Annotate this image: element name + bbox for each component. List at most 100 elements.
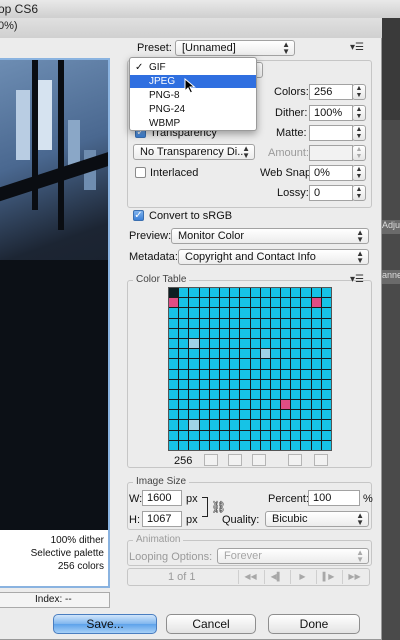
link-proportions-icon[interactable]: ⛓ [211, 500, 226, 514]
color-swatch[interactable] [179, 400, 189, 410]
color-swatch[interactable] [291, 349, 301, 359]
color-swatch[interactable] [260, 328, 270, 338]
color-swatch[interactable] [240, 308, 250, 318]
color-swatch[interactable] [209, 430, 219, 440]
color-swatch[interactable] [199, 440, 209, 450]
color-swatch[interactable] [301, 349, 311, 359]
color-swatch[interactable] [311, 328, 321, 338]
color-swatch[interactable] [219, 298, 230, 308]
color-swatch[interactable] [199, 430, 209, 440]
convert-srgb-checkbox[interactable]: ✓ [133, 210, 144, 221]
color-swatch[interactable] [199, 389, 209, 400]
color-swatch[interactable] [169, 389, 179, 400]
color-swatch[interactable] [281, 379, 291, 389]
color-swatch[interactable] [189, 440, 199, 450]
color-swatch[interactable] [270, 359, 281, 369]
color-swatch[interactable] [301, 369, 311, 379]
color-swatch[interactable] [169, 379, 179, 389]
color-swatch[interactable] [230, 328, 240, 338]
color-swatch[interactable] [230, 308, 240, 318]
color-swatch[interactable] [209, 410, 219, 420]
color-swatch[interactable] [219, 400, 230, 410]
color-swatch[interactable] [169, 400, 179, 410]
color-swatch[interactable] [321, 318, 331, 328]
color-swatch[interactable] [179, 288, 189, 298]
color-swatch[interactable] [169, 338, 179, 349]
color-swatch[interactable] [230, 430, 240, 440]
color-swatch[interactable] [321, 379, 331, 389]
color-swatch[interactable] [281, 318, 291, 328]
color-swatch[interactable] [189, 338, 199, 349]
color-swatch[interactable] [179, 349, 189, 359]
color-swatch[interactable] [260, 349, 270, 359]
color-swatch[interactable] [281, 430, 291, 440]
height-field[interactable]: 1067 [142, 511, 182, 527]
color-swatch[interactable] [240, 359, 250, 369]
color-swatch[interactable] [169, 410, 179, 420]
color-swatch[interactable] [219, 328, 230, 338]
color-swatch[interactable] [219, 338, 230, 349]
color-swatch[interactable] [189, 349, 199, 359]
web-shift-icon[interactable] [228, 454, 242, 466]
color-swatch[interactable] [281, 400, 291, 410]
color-swatch[interactable] [270, 349, 281, 359]
color-swatch[interactable] [189, 308, 199, 318]
color-swatch[interactable] [270, 318, 281, 328]
color-swatch[interactable] [301, 318, 311, 328]
color-swatch[interactable] [311, 308, 321, 318]
color-swatch[interactable] [169, 359, 179, 369]
color-swatch[interactable] [219, 318, 230, 328]
color-swatch[interactable] [199, 298, 209, 308]
color-swatch[interactable] [311, 410, 321, 420]
color-swatch[interactable] [311, 400, 321, 410]
color-table-menu-icon[interactable]: ▾☰ [350, 274, 364, 285]
color-swatch[interactable] [281, 288, 291, 298]
color-swatch[interactable] [179, 308, 189, 318]
color-swatch[interactable] [199, 308, 209, 318]
color-swatch[interactable] [311, 379, 321, 389]
color-swatch[interactable] [209, 420, 219, 430]
panel-tab-channels[interactable]: annel [382, 270, 400, 284]
color-swatch[interactable] [219, 359, 230, 369]
cancel-button[interactable]: Cancel [166, 614, 256, 634]
color-swatch[interactable] [291, 338, 301, 349]
color-swatch[interactable] [169, 420, 179, 430]
color-swatch[interactable] [169, 298, 179, 308]
percent-field[interactable]: 100 [308, 490, 360, 506]
color-swatch[interactable] [291, 389, 301, 400]
color-swatch[interactable] [189, 359, 199, 369]
color-swatch[interactable] [321, 338, 331, 349]
color-swatch[interactable] [230, 400, 240, 410]
color-swatch[interactable] [169, 369, 179, 379]
color-swatch[interactable] [209, 400, 219, 410]
interlaced-checkbox[interactable] [135, 167, 146, 178]
color-swatch[interactable] [199, 379, 209, 389]
color-swatch[interactable] [250, 410, 260, 420]
color-swatch[interactable] [179, 328, 189, 338]
lossy-field[interactable]: 0 [309, 185, 353, 201]
color-swatch[interactable] [250, 430, 260, 440]
color-swatch[interactable] [179, 379, 189, 389]
color-swatch[interactable] [260, 440, 270, 450]
color-swatch[interactable] [209, 328, 219, 338]
color-swatch[interactable] [230, 298, 240, 308]
color-swatch[interactable] [291, 298, 301, 308]
color-swatch[interactable] [321, 410, 331, 420]
color-swatch[interactable] [301, 328, 311, 338]
format-option-gif[interactable]: ✓ GIF [130, 61, 256, 74]
quality-select[interactable]: Bicubic ▲ ▼ [265, 511, 369, 527]
color-swatch[interactable] [189, 328, 199, 338]
color-swatch[interactable] [169, 440, 179, 450]
color-swatch[interactable] [189, 379, 199, 389]
color-swatch[interactable] [219, 389, 230, 400]
color-swatch[interactable] [260, 369, 270, 379]
color-swatch[interactable] [209, 379, 219, 389]
color-swatch[interactable] [250, 349, 260, 359]
save-button[interactable]: Save... [53, 614, 157, 634]
color-swatch[interactable] [270, 410, 281, 420]
color-swatch[interactable] [189, 288, 199, 298]
color-swatch[interactable] [311, 430, 321, 440]
color-swatch[interactable] [179, 369, 189, 379]
color-swatch[interactable] [281, 410, 291, 420]
color-swatch[interactable] [291, 440, 301, 450]
